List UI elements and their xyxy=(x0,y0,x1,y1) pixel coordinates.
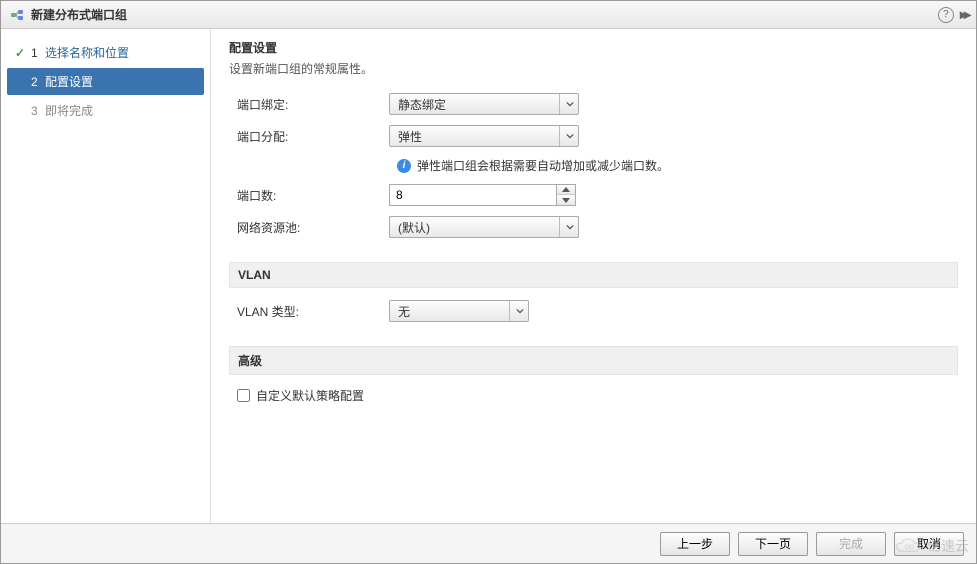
row-port-binding: 端口绑定: 静态绑定 xyxy=(229,93,958,115)
info-message: i 弹性端口组会根据需要自动增加或减少端口数。 xyxy=(397,157,958,174)
content-pane: 配置设置 设置新端口组的常规属性。 端口绑定: 静态绑定 端口分配: 弹性 xyxy=(211,29,976,523)
titlebar: 新建分布式端口组 ? ▸▸ xyxy=(1,1,976,29)
step-label: 即将完成 xyxy=(45,102,196,119)
dialog-body: ✓ 1 选择名称和位置 2 配置设置 3 即将完成 配置设置 设置新端口组的常规… xyxy=(1,29,976,523)
info-icon: i xyxy=(397,159,411,173)
step-configure-settings[interactable]: 2 配置设置 xyxy=(7,68,204,95)
port-count-label: 端口数: xyxy=(229,187,389,204)
network-pool-label: 网络资源池: xyxy=(229,219,389,236)
vlan-type-dropdown[interactable]: 无 xyxy=(389,300,529,322)
cloud-icon xyxy=(895,537,923,555)
spinner-down-button[interactable] xyxy=(557,195,575,205)
chevron-down-icon xyxy=(559,217,574,237)
titlebar-actions: ? ▸▸ xyxy=(938,6,968,23)
row-vlan-type: VLAN 类型: 无 xyxy=(229,300,958,322)
check-icon: ✓ xyxy=(15,46,31,60)
port-count-input[interactable] xyxy=(389,184,557,206)
vlan-header: VLAN xyxy=(229,262,958,288)
section-title: 配置设置 xyxy=(229,39,958,56)
row-port-allocation: 端口分配: 弹性 xyxy=(229,125,958,147)
dropdown-value: 静态绑定 xyxy=(398,96,446,113)
step-label: 配置设置 xyxy=(45,73,196,90)
dialog-title: 新建分布式端口组 xyxy=(31,6,938,23)
step-label: 选择名称和位置 xyxy=(45,44,196,61)
dropdown-value: 弹性 xyxy=(398,128,422,145)
dropdown-value: (默认) xyxy=(398,219,430,236)
finish-button[interactable]: 完成 xyxy=(816,532,886,556)
chevron-down-icon xyxy=(559,126,574,146)
row-network-resource-pool: 网络资源池: (默认) xyxy=(229,216,958,238)
port-allocation-label: 端口分配: xyxy=(229,128,389,145)
dropdown-value: 无 xyxy=(398,303,410,320)
custom-policy-label: 自定义默认策略配置 xyxy=(256,387,364,404)
help-icon[interactable]: ? xyxy=(938,7,954,23)
dialog-footer: 上一步 下一页 完成 取消 xyxy=(1,523,976,563)
row-port-count: 端口数: xyxy=(229,184,958,206)
wizard-steps-sidebar: ✓ 1 选择名称和位置 2 配置设置 3 即将完成 xyxy=(1,29,211,523)
advanced-header: 高级 xyxy=(229,346,958,375)
step-ready-complete[interactable]: 3 即将完成 xyxy=(7,97,204,124)
section-description: 设置新端口组的常规属性。 xyxy=(229,60,958,77)
watermark: 亿速云 xyxy=(895,536,969,556)
chevron-down-icon xyxy=(509,301,524,321)
step-number: 2 xyxy=(31,75,45,89)
expand-icon[interactable]: ▸▸ xyxy=(960,6,968,23)
port-binding-dropdown[interactable]: 静态绑定 xyxy=(389,93,579,115)
watermark-text: 亿速云 xyxy=(927,536,969,556)
step-number: 1 xyxy=(31,46,45,60)
row-custom-policy: 自定义默认策略配置 xyxy=(237,387,958,404)
port-binding-label: 端口绑定: xyxy=(229,96,389,113)
network-pool-dropdown[interactable]: (默认) xyxy=(389,216,579,238)
next-button[interactable]: 下一页 xyxy=(738,532,808,556)
port-allocation-dropdown[interactable]: 弹性 xyxy=(389,125,579,147)
info-text: 弹性端口组会根据需要自动增加或减少端口数。 xyxy=(417,157,669,174)
vlan-type-label: VLAN 类型: xyxy=(229,303,389,320)
spinner-up-button[interactable] xyxy=(557,185,575,195)
step-number: 3 xyxy=(31,104,45,118)
step-select-name-location[interactable]: ✓ 1 选择名称和位置 xyxy=(7,39,204,66)
port-count-spinner xyxy=(389,184,576,206)
custom-policy-checkbox[interactable] xyxy=(237,389,250,402)
app-icon xyxy=(9,7,25,23)
chevron-down-icon xyxy=(559,94,574,114)
dialog-window: 新建分布式端口组 ? ▸▸ ✓ 1 选择名称和位置 2 配置设置 3 即将完成 xyxy=(0,0,977,564)
back-button[interactable]: 上一步 xyxy=(660,532,730,556)
